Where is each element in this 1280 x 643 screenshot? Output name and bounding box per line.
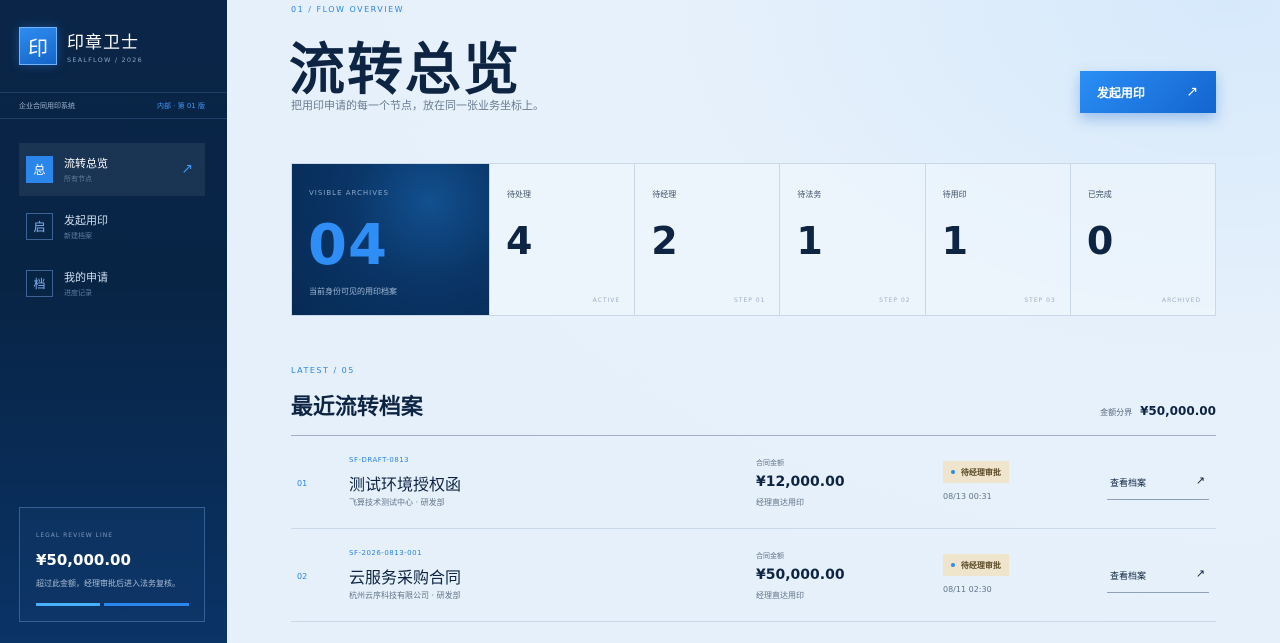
status-badge: 待经理审批 xyxy=(943,554,1009,576)
arrow-up-right-icon: ↗ xyxy=(181,161,193,177)
arrow-up-right-icon: ↗ xyxy=(1195,567,1205,580)
amount-label: 合同金额 xyxy=(756,459,784,467)
stat-label: 待经理 xyxy=(652,190,677,199)
stat-value: 1 xyxy=(796,219,823,263)
sidebar: 印 印章卫士 SEALFLOW / 2026 企业合同用印系统 内部 · 第 0… xyxy=(0,0,227,643)
overview-icon: 总 xyxy=(26,156,53,183)
view-archive-label: 查看档案 xyxy=(1110,479,1147,489)
page-subtitle: 把用印申请的每一个节点，放在同一张业务坐标上。 xyxy=(291,99,544,112)
progress-segment xyxy=(36,603,100,606)
latest-title: 最近流转档案 xyxy=(291,394,424,420)
stat-value: 4 xyxy=(506,219,533,263)
brand-subtitle: SEALFLOW / 2026 xyxy=(67,56,143,64)
contract-amount: ¥50,000.00 xyxy=(756,567,845,583)
stat-label: 已完成 xyxy=(1087,190,1112,199)
sidebar-item-label: 我的申请 xyxy=(64,271,108,284)
sidebar-item-label: 流转总览 xyxy=(64,157,108,170)
system-info: 企业合同用印系统 内部 · 第 01 版 xyxy=(0,92,227,119)
view-archive-label: 查看档案 xyxy=(1110,572,1147,582)
approval-route: 经理直达用印 xyxy=(756,498,804,507)
approval-route: 经理直达用印 xyxy=(756,591,804,600)
stats-panel: VISIBLE ARCHIVES 04 当前身份可见的用印档案 待处理 4 AC… xyxy=(291,163,1216,316)
threshold-value: ¥50,000.00 xyxy=(1140,404,1216,418)
stat-tag: STEP 03 xyxy=(1024,297,1056,304)
sidebar-nav: 总 流转总览 所有节点 ↗ 启 发起用印 新建档案 档 我的申请 进度记录 xyxy=(19,143,205,314)
status-text: 待经理审批 xyxy=(961,467,1001,477)
latest-eyebrow: LATEST / 05 xyxy=(291,366,355,375)
stat-completed[interactable]: 已完成 0 ARCHIVED xyxy=(1069,164,1216,315)
start-seal-label: 发起用印 xyxy=(1097,85,1146,100)
row-timestamp: 08/11 02:30 xyxy=(943,585,992,594)
stat-manager[interactable]: 待经理 2 STEP 01 xyxy=(634,164,780,315)
progress-segment xyxy=(104,603,189,606)
archive-title: 测试环境授权函 xyxy=(349,475,462,494)
arrow-up-right-icon: ↗ xyxy=(1195,474,1205,487)
stat-tag: STEP 02 xyxy=(879,297,911,304)
archive-code: SF-DRAFT-0813 xyxy=(349,456,410,464)
archive-org: 飞算技术测试中心 · 研发部 xyxy=(349,498,445,507)
sidebar-item-label: 发起用印 xyxy=(64,214,108,227)
sidebar-item-sub: 进度记录 xyxy=(64,289,92,297)
start-icon: 启 xyxy=(26,213,53,240)
stat-label: 待处理 xyxy=(507,190,531,199)
status-dot-icon xyxy=(951,563,955,567)
legal-review-card: LEGAL REVIEW LINE ¥50,000.00 超过此金额，经理审批后… xyxy=(19,507,205,622)
sidebar-item-overview[interactable]: 总 流转总览 所有节点 ↗ xyxy=(19,143,205,196)
stat-label: VISIBLE ARCHIVES xyxy=(309,189,389,197)
status-text: 待经理审批 xyxy=(961,560,1001,570)
stat-label: 待法务 xyxy=(797,190,822,199)
legal-review-amount: ¥50,000.00 xyxy=(36,551,131,569)
sidebar-item-start-seal[interactable]: 启 发起用印 新建档案 xyxy=(19,200,205,253)
stat-value: 1 xyxy=(941,219,969,263)
stat-legal[interactable]: 待法务 1 STEP 02 xyxy=(779,164,925,315)
stat-tag: ACTIVE xyxy=(592,297,621,304)
view-archive-link[interactable]: 查看档案 ↗ xyxy=(1107,464,1209,500)
section-eyebrow: 01 / FLOW OVERVIEW xyxy=(291,5,405,14)
stat-tag: STEP 01 xyxy=(733,297,766,304)
legal-review-title: LEGAL REVIEW LINE xyxy=(36,532,113,539)
stat-note: 当前身份可见的用印档案 xyxy=(309,287,397,296)
status-badge: 待经理审批 xyxy=(943,461,1009,483)
view-archive-link[interactable]: 查看档案 ↗ xyxy=(1107,557,1209,593)
page-title: 流转总览 xyxy=(289,37,521,103)
row-index: 02 xyxy=(297,572,308,581)
stat-value: 0 xyxy=(1086,219,1114,263)
stat-value: 2 xyxy=(651,219,678,263)
archive-org: 杭州云序科技有限公司 · 研发部 xyxy=(349,591,461,600)
arrow-up-right-icon: ↗ xyxy=(1186,84,1198,100)
archive-title: 云服务采购合同 xyxy=(349,568,462,587)
stat-pending[interactable]: 待处理 4 ACTIVE xyxy=(489,164,635,315)
archive-row: 02 SF-2026-0813-001 云服务采购合同 杭州云序科技有限公司 ·… xyxy=(291,529,1216,622)
stat-tag: ARCHIVED xyxy=(1162,297,1202,304)
legal-review-progress xyxy=(36,603,189,606)
system-version: 内部 · 第 01 版 xyxy=(156,101,205,110)
amount-label: 合同金额 xyxy=(756,552,784,560)
stat-sealing[interactable]: 待用印 1 STEP 03 xyxy=(924,164,1070,315)
archive-icon: 档 xyxy=(26,270,53,297)
main-content: 01 / FLOW OVERVIEW 流转总览 把用印申请的每一个节点，放在同一… xyxy=(227,0,1280,643)
start-seal-button[interactable]: 发起用印 ↗ xyxy=(1080,71,1216,113)
sidebar-item-my-requests[interactable]: 档 我的申请 进度记录 xyxy=(19,257,205,310)
row-index: 01 xyxy=(297,479,308,488)
brand-name: 印章卫士 xyxy=(67,33,139,53)
seal-logo-icon: 印 xyxy=(19,27,57,65)
stat-label: 待用印 xyxy=(942,190,967,199)
contract-amount: ¥12,000.00 xyxy=(756,474,845,490)
threshold-label: 金额分界 xyxy=(1100,408,1133,417)
amount-threshold: 金额分界 ¥50,000.00 xyxy=(1100,404,1216,418)
archive-row: 01 SF-DRAFT-0813 测试环境授权函 飞算技术测试中心 · 研发部 … xyxy=(291,436,1216,529)
sidebar-item-sub: 所有节点 xyxy=(64,175,92,183)
status-dot-icon xyxy=(951,470,955,474)
archive-code: SF-2026-0813-001 xyxy=(349,549,423,557)
stat-visible-archives: VISIBLE ARCHIVES 04 当前身份可见的用印档案 xyxy=(292,164,489,315)
row-timestamp: 08/13 00:31 xyxy=(943,492,992,501)
legal-review-note: 超过此金额，经理审批后进入法务复核。 xyxy=(36,579,180,588)
system-name: 企业合同用印系统 xyxy=(19,101,75,110)
sidebar-item-sub: 新建档案 xyxy=(64,232,92,240)
stat-value: 04 xyxy=(308,213,388,278)
brand[interactable]: 印 印章卫士 SEALFLOW / 2026 xyxy=(19,27,143,65)
